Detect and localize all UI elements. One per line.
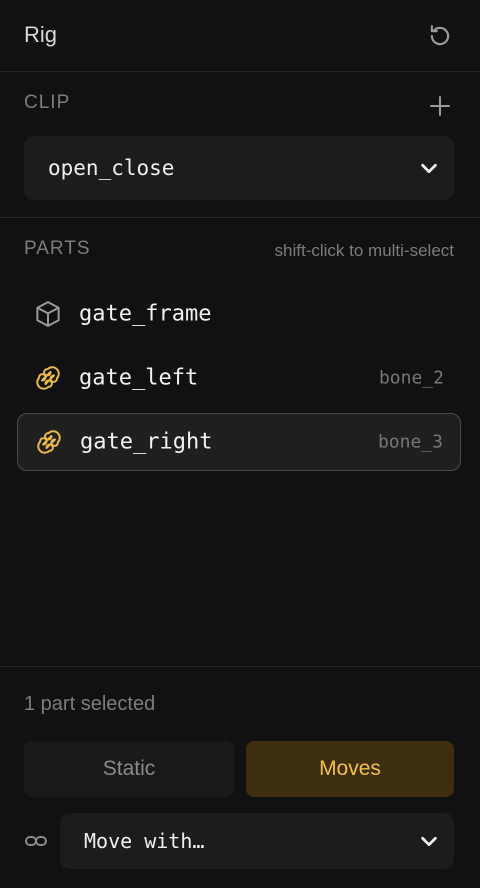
clip-label: CLIP — [24, 92, 71, 113]
selection-count: 1 part selected — [24, 693, 156, 715]
clip-section: CLIP open_close — [0, 72, 480, 218]
chevron-down-icon — [421, 163, 437, 174]
part-name: gate_left — [79, 365, 199, 391]
link-icon — [25, 836, 47, 846]
parts-label: PARTS — [24, 238, 91, 259]
part-name: gate_frame — [79, 301, 212, 327]
cube-icon — [36, 301, 60, 327]
clip-select[interactable]: open_close — [24, 136, 454, 200]
bone-icon — [37, 430, 61, 454]
part-row-gate-frame[interactable]: gate_frame — [17, 285, 461, 343]
move-with-value: Move with… — [84, 829, 205, 853]
clip-select-value: open_close — [48, 156, 175, 180]
panel-title: Rig — [24, 22, 58, 47]
part-row-gate-right[interactable]: gate_right bone_3 — [17, 413, 461, 471]
bone-label: bone_2 — [378, 367, 444, 389]
moves-toggle-button[interactable]: Moves — [246, 741, 454, 797]
bone-icon — [36, 366, 60, 390]
reset-icon — [430, 25, 450, 46]
selection-footer: 1 part selected Static Moves Move with… — [0, 666, 480, 888]
parts-hint: shift-click to multi-select — [274, 241, 454, 260]
panel-header: Rig — [0, 0, 480, 72]
parts-section: PARTS shift-click to multi-select gate_f… — [0, 218, 480, 666]
chevron-down-icon — [421, 836, 437, 847]
part-name: gate_right — [80, 429, 213, 455]
add-clip-button[interactable] — [426, 92, 454, 120]
static-toggle-button[interactable]: Static — [24, 741, 234, 797]
plus-icon — [430, 96, 450, 116]
move-with-select[interactable]: Move with… — [60, 813, 454, 869]
reset-button[interactable] — [426, 22, 454, 50]
part-row-gate-left[interactable]: gate_left bone_2 — [17, 349, 461, 407]
bone-label: bone_3 — [377, 431, 443, 453]
